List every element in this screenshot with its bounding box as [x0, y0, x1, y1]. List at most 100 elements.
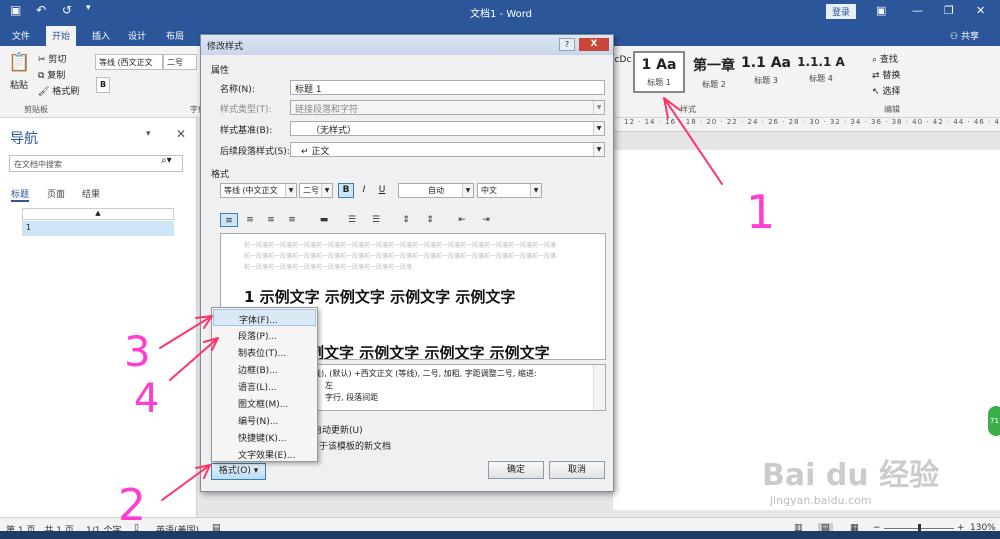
style-name: 标题 1: [647, 78, 671, 87]
based-on-value: （无样式）: [311, 126, 357, 136]
double-spacing-icon[interactable]: ☰: [367, 213, 385, 227]
based-on-select[interactable]: （无样式） ▼: [290, 121, 605, 136]
single-spacing-icon[interactable]: ☰: [343, 213, 361, 227]
font-color-select[interactable]: 自动 ▼: [398, 183, 474, 198]
italic-button[interactable]: I: [356, 183, 372, 198]
cancel-button[interactable]: 取消: [549, 461, 605, 479]
login-button[interactable]: 登录: [826, 4, 857, 19]
menu-item-paragraph[interactable]: 段落(P)...: [213, 326, 316, 343]
bold-button[interactable]: B: [96, 77, 110, 93]
replace-button[interactable]: ⇄ 替换: [872, 68, 900, 81]
menu-item-shortcut-key[interactable]: 快捷键(K)...: [213, 428, 316, 445]
horizontal-ruler[interactable]: 12 · 14 · 16 · 18 · 20 · 22 · 24 · 26 · …: [614, 118, 1000, 132]
tab-layout[interactable]: 布局: [166, 29, 184, 42]
floating-badge[interactable]: 71: [988, 406, 1000, 436]
style-type-select[interactable]: 链接段落和字符 ▼: [290, 100, 605, 115]
dialog-close-button[interactable]: X: [579, 38, 609, 51]
font-name-box[interactable]: 等线 (西文正文: [95, 54, 163, 70]
increase-indent-icon[interactable]: ⇥: [477, 213, 495, 227]
align-center-icon[interactable]: ≡: [241, 213, 259, 227]
share-button[interactable]: ⚇ 共享: [950, 29, 979, 42]
save-icon[interactable]: ▣: [10, 3, 21, 17]
redo-icon[interactable]: ↺: [62, 3, 72, 17]
style-heading-3[interactable]: 1.1 Aa 标题 3: [740, 51, 792, 93]
find-button[interactable]: ⌕ 查找: [872, 52, 898, 65]
paste-button[interactable]: 粘贴: [10, 78, 28, 91]
close-icon[interactable]: ✕: [976, 4, 985, 17]
tab-design[interactable]: 设计: [128, 29, 146, 42]
font-name-select[interactable]: 等线 (中文正文 ▼: [220, 183, 297, 198]
nav-collapse-icon[interactable]: ▲: [22, 208, 174, 220]
paste-icon[interactable]: 📋: [8, 52, 30, 73]
style-sample: cDc: [614, 55, 632, 65]
chevron-down-icon[interactable]: ▾: [146, 129, 151, 139]
menu-item-language[interactable]: 语言(L)...: [213, 377, 316, 394]
style-sample: 1 Aa: [641, 57, 677, 73]
language-select[interactable]: 中文 ▼: [477, 183, 542, 198]
preview-previous-paragraph: 前一段落前一段落前一段落前一段落前一段落前一段落前一段落前一段落前一段落前一段落…: [244, 242, 557, 249]
tab-file[interactable]: 文件: [12, 29, 30, 42]
language-value: 中文: [481, 186, 497, 195]
preview-previous-paragraph: 前一段落前一段落前一段落前一段落前一段落前一段落前一段落前一段落前一段落前一段落…: [244, 253, 557, 260]
copy-button[interactable]: ⧉ 复制: [38, 68, 65, 81]
style-heading-1[interactable]: 1 Aa 标题 1: [633, 51, 685, 93]
nav-heading-item[interactable]: 1: [22, 221, 174, 236]
bold-button[interactable]: B: [338, 183, 354, 198]
auto-update-checkbox[interactable]: 自动更新(U): [313, 423, 363, 436]
nav-tab-pages[interactable]: 页面: [47, 187, 65, 200]
style-name: 标题 3: [754, 76, 778, 85]
format-menu: 字体(F)... 段落(P)... 制表位(T)... 边框(B)... 语言(…: [211, 307, 318, 462]
font-size-value: 二号: [303, 186, 319, 195]
tab-insert[interactable]: 插入: [92, 29, 110, 42]
maximize-icon[interactable]: ❐: [944, 4, 954, 17]
copy-label: 复制: [47, 71, 66, 81]
distribute-icon[interactable]: ▬: [315, 213, 333, 227]
style-heading-4[interactable]: 1.1.1 A 标题 4: [793, 51, 849, 93]
decrease-spacing-icon[interactable]: ⇕: [421, 213, 439, 227]
next-style-select[interactable]: ↵ 正文 ▼: [290, 142, 605, 157]
based-on-label: 样式基准(B):: [220, 126, 273, 136]
search-icon[interactable]: ⌕▾: [161, 155, 172, 166]
properties-section-label: 属性: [211, 66, 230, 76]
menu-item-font[interactable]: 字体(F)...: [213, 309, 316, 326]
undo-icon[interactable]: ↶: [36, 3, 46, 17]
align-left-icon[interactable]: ≡: [220, 213, 238, 227]
menu-item-frame[interactable]: 图文框(M)...: [213, 394, 316, 411]
style-normal[interactable]: cDc: [614, 51, 632, 93]
nav-tab-headings[interactable]: 标题: [11, 187, 30, 202]
font-size-select[interactable]: 二号 ▼: [299, 183, 333, 198]
menu-item-border[interactable]: 边框(B)...: [213, 360, 316, 377]
ok-button[interactable]: 确定: [488, 461, 544, 479]
select-button[interactable]: ↖ 选择: [872, 84, 900, 97]
font-size-box[interactable]: 二号: [163, 54, 197, 70]
decrease-indent-icon[interactable]: ⇤: [453, 213, 471, 227]
font-color-value: 自动: [428, 186, 444, 195]
chevron-down-icon: ▼: [593, 101, 604, 114]
baidu-watermark: Bai du 经验: [762, 458, 940, 493]
underline-button[interactable]: U: [374, 183, 390, 198]
ribbon-display-icon[interactable]: ▣: [876, 4, 886, 17]
cut-button[interactable]: ✂ 剪切: [38, 52, 66, 65]
style-name-input[interactable]: 标题 1: [290, 80, 605, 95]
copy-icon: ⧉: [38, 71, 48, 81]
align-right-icon[interactable]: ≡: [262, 213, 280, 227]
nav-tab-results[interactable]: 结果: [82, 187, 100, 200]
help-button[interactable]: ?: [559, 38, 575, 51]
minimize-icon[interactable]: —: [912, 4, 923, 17]
description-scrollbar[interactable]: [593, 365, 605, 410]
tab-home[interactable]: 开始: [46, 26, 77, 46]
customize-qat-icon[interactable]: ▾: [86, 3, 91, 13]
replace-label: 替换: [882, 71, 901, 81]
menu-item-numbering[interactable]: 编号(N)...: [213, 411, 316, 428]
format-painter-button[interactable]: 🖌 格式刷: [38, 84, 79, 97]
menu-item-text-effects[interactable]: 文字效果(E)...: [213, 445, 316, 462]
nav-search-input[interactable]: 在文档中搜索: [9, 155, 183, 172]
format-dropdown-button[interactable]: 格式(O) ▾: [211, 463, 266, 480]
increase-spacing-icon[interactable]: ⇕: [397, 213, 415, 227]
close-icon[interactable]: ✕: [176, 127, 186, 141]
menu-item-tabs[interactable]: 制表位(T)...: [213, 343, 316, 360]
style-heading-2[interactable]: 第一章 标题 2: [688, 51, 740, 93]
justify-icon[interactable]: ≡: [283, 213, 301, 227]
new-documents-radio[interactable]: 于该模板的新文档: [319, 439, 391, 452]
style-sample: 第一章: [693, 58, 735, 74]
